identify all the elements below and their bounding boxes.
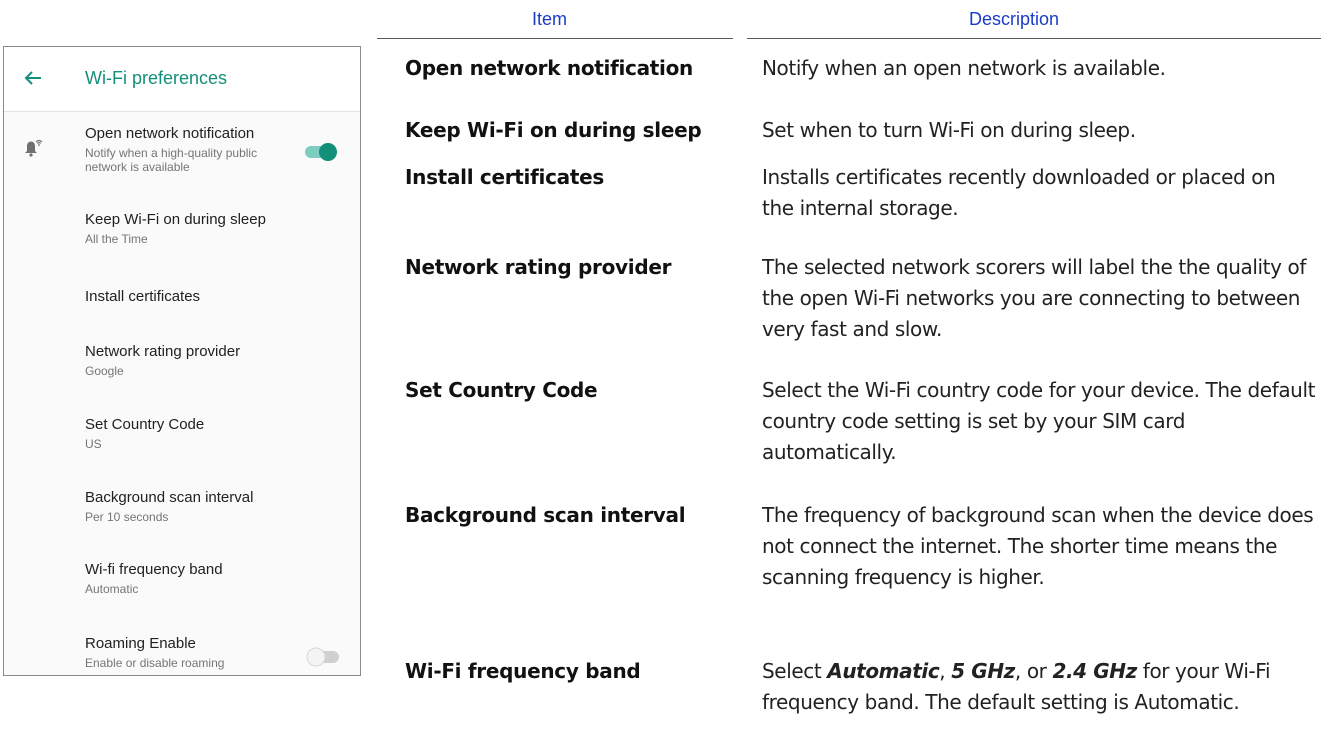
table-header-item: Item (532, 9, 568, 29)
back-button[interactable] (18, 63, 48, 93)
table-row-item: Open network notification (405, 56, 693, 80)
table-row-item: Background scan interval (405, 503, 686, 527)
pref-title: Network rating provider (85, 343, 241, 360)
toggle-switch-on[interactable] (304, 141, 340, 163)
desc-text: , or (1014, 659, 1053, 683)
desc-emphasis: 2.4 GHz (1052, 659, 1137, 683)
pref-network-rating-provider[interactable]: Network rating provider Google (4, 335, 360, 395)
toggle-switch-off[interactable] (304, 646, 340, 668)
table-row-item: Set Country Code (405, 378, 598, 402)
pref-set-country-code[interactable]: Set Country Code US (4, 405, 360, 465)
desc-emphasis: 5 GHz (951, 659, 1015, 683)
pref-roaming-enable[interactable]: Roaming Enable Enable or disable roaming (4, 625, 360, 675)
pref-subtitle: Google (85, 364, 124, 378)
pref-background-scan-interval[interactable]: Background scan interval Per 10 seconds (4, 479, 360, 539)
table-row-description: Select Automatic, 5 GHz, or 2.4 GHz for … (762, 656, 1317, 718)
table-row-description: Notify when an open network is available… (762, 56, 1166, 80)
arrow-left-icon (24, 71, 41, 85)
table-row-item: Keep Wi-Fi on during sleep (405, 118, 702, 142)
table-row-description: Installs certificates recently downloade… (762, 165, 1276, 220)
pref-title: Set Country Code (85, 416, 205, 433)
pref-subtitle: All the Time (85, 232, 148, 246)
table-header-description: Description (969, 9, 1060, 29)
table-row-item: Install certificates (405, 165, 604, 189)
pref-title: Wi-fi frequency band (85, 561, 223, 578)
header-divider (377, 38, 733, 39)
table-row-item: Network rating provider (405, 255, 672, 279)
table-row-description: Set when to turn Wi-Fi on during sleep. (762, 118, 1136, 142)
phone-screenshot: Wi-Fi preferences Open network notificat… (3, 46, 361, 676)
pref-title: Install certificates (85, 288, 201, 305)
table-row-item: Wi-Fi frequency band (405, 659, 641, 683)
page-title: Wi-Fi preferences (85, 68, 228, 88)
pref-title: Keep Wi-Fi on during sleep (85, 211, 266, 228)
pref-install-certificates[interactable]: Install certificates (4, 273, 360, 323)
pref-subtitle: US (85, 437, 102, 451)
pref-wifi-frequency-band[interactable]: Wi-fi frequency band Automatic (4, 551, 360, 611)
pref-subtitle: Enable or disable roaming (85, 656, 225, 670)
desc-emphasis: Automatic (827, 659, 940, 683)
pref-subtitle: Per 10 seconds (85, 510, 169, 524)
app-bar: Wi-Fi preferences (4, 47, 360, 112)
pref-title: Background scan interval (85, 489, 254, 506)
header-divider (747, 38, 1321, 39)
pref-subtitle: Notify when a high-quality public networ… (85, 146, 258, 174)
pref-title: Open network notification (85, 125, 255, 142)
pref-keep-wifi-on-during-sleep[interactable]: Keep Wi-Fi on during sleep All the Time (4, 197, 360, 257)
pref-open-network-notification[interactable]: Open network notification Notify when a … (4, 119, 360, 191)
wifi-notification-bell-icon (25, 139, 43, 157)
pref-subtitle: Automatic (85, 582, 139, 596)
desc-text: , (939, 659, 952, 683)
table-row-description: The selected network scorers will label … (762, 255, 1306, 341)
table-row-description: The frequency of background scan when th… (762, 503, 1314, 589)
table-row-description: Select the Wi-Fi country code for your d… (762, 378, 1316, 464)
pref-title: Roaming Enable (85, 635, 196, 652)
desc-text: Select (762, 659, 828, 683)
